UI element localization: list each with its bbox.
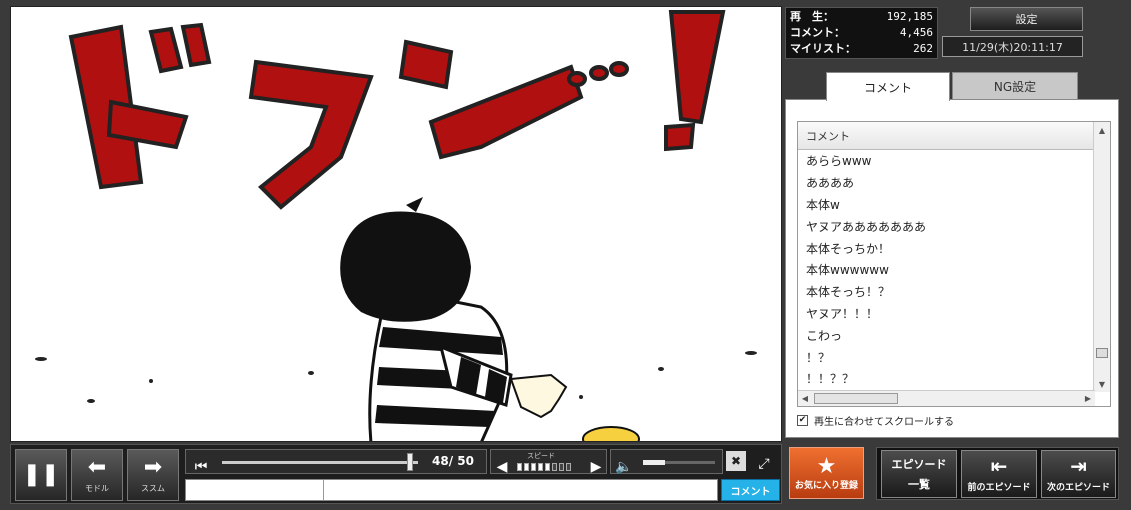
list-item[interactable]: ！？	[798, 346, 1110, 368]
horizontal-scrollbar[interactable]: ◀ ▶	[798, 390, 1095, 406]
autoscroll-checkbox[interactable]: ✔	[797, 415, 808, 426]
skip-to-start-icon[interactable]: ⏮	[190, 454, 212, 479]
next-episode-label: 次のエピソード	[1046, 482, 1110, 493]
stat-comment-label: コメント：	[790, 26, 845, 39]
list-item[interactable]: あららwww	[798, 150, 1110, 172]
autoscroll-option[interactable]: ✔ 再生に合わせてスクロールする	[797, 413, 954, 428]
scroll-down-icon[interactable]: ▼	[1094, 376, 1110, 392]
speed-level-cell[interactable]	[545, 463, 550, 471]
stat-mylist: マイリスト： 262	[786, 40, 937, 56]
star-icon: ★	[816, 453, 837, 479]
speed-level-cell[interactable]	[538, 463, 543, 471]
add-favorite-button[interactable]: ★ お気に入り登録	[789, 447, 864, 499]
episode-navigation: エピソード 一覧 ⇤ 前のエピソード ⇥ 次のエピソード	[876, 447, 1119, 500]
comment-toggle-icon[interactable]: ✖	[726, 451, 746, 471]
speed-level-cell[interactable]	[559, 463, 564, 471]
episode-list-label-2: 一覧	[908, 478, 930, 491]
control-bar: ❚❚ ⬅ モドル ➡ ススム ⏮ 48/ 50 ◀ スピード ▶ 🔈 ✖ ⤢ コ…	[10, 444, 782, 504]
stat-mylist-value: 262	[913, 41, 933, 55]
episode-list-button[interactable]: エピソード 一覧	[881, 450, 957, 498]
stat-mylist-label: マイリスト：	[790, 42, 856, 55]
list-item[interactable]: ！！？？	[798, 368, 1110, 390]
comment-command-field[interactable]	[186, 480, 324, 500]
speed-down-icon[interactable]: ◀	[491, 454, 513, 479]
stat-play-value: 192,185	[886, 9, 933, 23]
speed-level-cell[interactable]	[517, 463, 522, 471]
forward-label: ススム	[141, 483, 165, 493]
comment-input[interactable]	[185, 479, 718, 501]
episode-list-label-1: エピソード	[891, 458, 947, 471]
seek-area: ⏮ 48/ 50	[185, 449, 487, 475]
video-player[interactable]	[10, 6, 782, 442]
stat-comment: コメント： 4,456	[786, 24, 937, 40]
speed-level-cell[interactable]	[566, 463, 571, 471]
stat-play-label: 再 生：	[790, 10, 834, 23]
video-frame	[35, 10, 757, 441]
arrow-left-icon: ⬅	[87, 454, 107, 480]
list-item[interactable]: 本体そっち！？	[798, 281, 1110, 303]
next-episode-icon: ⇥	[1070, 453, 1087, 478]
scroll-right-icon[interactable]: ▶	[1081, 391, 1095, 406]
page-counter: 48/ 50	[432, 454, 474, 468]
back-button[interactable]: ⬅ モドル	[71, 449, 123, 501]
prev-episode-icon: ⇤	[990, 453, 1008, 478]
speed-level-cell[interactable]	[531, 463, 536, 471]
list-item[interactable]: 本体wwwwww	[798, 259, 1110, 281]
list-item[interactable]: こわっ	[798, 324, 1110, 346]
character-illustration	[340, 197, 640, 441]
scroll-thumb[interactable]	[1096, 348, 1108, 358]
settings-button[interactable]: 設定	[970, 7, 1083, 31]
list-item[interactable]: 本体w	[798, 194, 1110, 216]
favorite-label: お気に入り登録	[794, 480, 858, 491]
tab-comment[interactable]: コメント	[826, 72, 950, 101]
speaker-icon[interactable]: 🔈	[613, 454, 635, 479]
comment-submit-button[interactable]: コメント	[721, 479, 780, 501]
prev-episode-label: 前のエピソード	[967, 482, 1031, 493]
list-item[interactable]: ヤヌア！！！	[798, 303, 1110, 325]
pause-button[interactable]: ❚❚	[15, 449, 67, 501]
scroll-left-icon[interactable]: ◀	[798, 391, 812, 406]
speed-up-icon[interactable]: ▶	[585, 454, 607, 479]
comment-list[interactable]: コメント あららwww ああああ 本体w ヤヌアあああああああ 本体そっちか！ …	[797, 121, 1111, 407]
pause-icon: ❚❚	[22, 462, 60, 487]
back-label: モドル	[85, 483, 109, 493]
scroll-up-icon[interactable]: ▲	[1094, 122, 1110, 138]
list-item[interactable]: ああああ	[798, 172, 1110, 194]
prev-episode-button[interactable]: ⇤ 前のエピソード	[961, 450, 1037, 498]
stat-comment-value: 4,456	[899, 25, 933, 39]
forward-button[interactable]: ➡ ススム	[127, 449, 179, 501]
comment-column-header[interactable]: コメント	[798, 122, 1110, 150]
stat-play: 再 生： 192,185	[786, 8, 937, 24]
speed-control: ◀ スピード ▶	[490, 449, 607, 475]
comment-panel: コメント あららwww ああああ 本体w ヤヌアあああああああ 本体そっちか！ …	[785, 99, 1119, 438]
list-item[interactable]: ヤヌアあああああああ	[798, 215, 1110, 237]
arrow-right-icon: ➡	[143, 454, 163, 480]
seek-handle[interactable]	[407, 453, 413, 471]
list-item[interactable]: 本体そっちか！	[798, 237, 1110, 259]
tab-ng-settings[interactable]: NG設定	[952, 72, 1078, 100]
seek-bar[interactable]	[222, 461, 418, 464]
scroll-thumb-horizontal[interactable]	[814, 393, 898, 404]
speed-level-cell[interactable]	[524, 463, 529, 471]
speed-label: スピード	[527, 452, 555, 460]
stats-panel: 再 生： 192,185 コメント： 4,456 マイリスト： 262	[785, 7, 938, 59]
next-episode-button[interactable]: ⇥ 次のエピソード	[1041, 450, 1116, 498]
vertical-scrollbar[interactable]: ▲ ▼	[1093, 122, 1110, 392]
autoscroll-label: 再生に合わせてスクロールする	[814, 417, 954, 428]
volume-control: 🔈	[610, 449, 723, 475]
fullscreen-icon[interactable]: ⤢	[753, 451, 775, 476]
speed-level-cell[interactable]	[552, 463, 557, 471]
volume-fill[interactable]	[643, 460, 665, 465]
onomatopoeia-graphic	[68, 10, 726, 210]
datetime-display: 11/29(木)20:11:17	[942, 36, 1083, 57]
